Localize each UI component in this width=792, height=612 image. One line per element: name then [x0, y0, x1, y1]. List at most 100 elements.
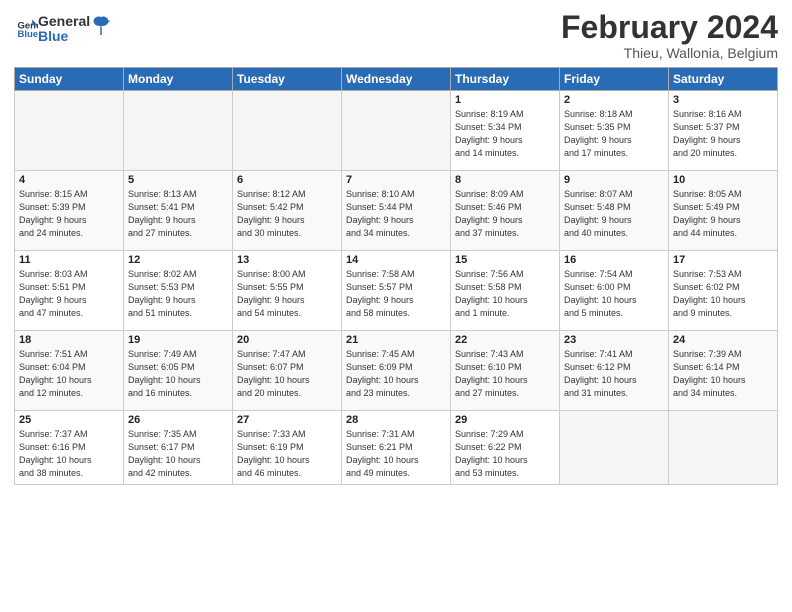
calendar-cell: 13 Sunrise: 8:00 AM Sunset: 5:55 PM Dayli… — [233, 251, 342, 331]
day-number: 21 — [346, 334, 446, 346]
day-info: Sunrise: 8:07 AM Sunset: 5:48 PM Dayligh… — [564, 188, 664, 240]
calendar-cell — [669, 411, 778, 485]
calendar-week-row: 11Sunrise: 8:03 AM Sunset: 5:51 PM Dayli… — [15, 251, 778, 331]
day-number: 22 — [455, 334, 555, 346]
calendar-week-row: 18 Sunrise: 7:51 AM Sunset: 6:04 PM Dayli… — [15, 331, 778, 411]
calendar-cell — [233, 91, 342, 171]
location-subtitle: Thieu, Wallonia, Belgium — [561, 45, 778, 61]
svg-text:Blue: Blue — [17, 29, 38, 40]
calendar-cell: 27 Sunrise: 7:33 AM Sunset: 6:19 PM Dayli… — [233, 411, 342, 485]
day-info: Sunrise: 7:29 AM Sunset: 6:22 PM Dayligh… — [455, 428, 555, 480]
logo-blue: Blue — [38, 29, 90, 44]
calendar-cell — [560, 411, 669, 485]
calendar-cell: 14 Sunrise: 7:58 AM Sunset: 5:57 PM Dayli… — [342, 251, 451, 331]
calendar-cell: 23 Sunrise: 7:41 AM Sunset: 6:12 PM Dayli… — [560, 331, 669, 411]
logo-bird-icon — [92, 15, 110, 37]
calendar-week-row: 1 Sunrise: 8:19 AM Sunset: 5:34 PM Daylig… — [15, 91, 778, 171]
calendar-cell: 16 Sunrise: 7:54 AM Sunset: 6:00 PM Dayli… — [560, 251, 669, 331]
calendar-cell — [15, 91, 124, 171]
calendar-cell: 19Sunrise: 7:49 AM Sunset: 6:05 PM Dayli… — [124, 331, 233, 411]
day-info: Sunrise: 8:15 AM Sunset: 5:39 PM Dayligh… — [19, 188, 119, 240]
col-header-friday: Friday — [560, 68, 669, 91]
day-number: 25 — [19, 414, 119, 426]
day-number: 2 — [564, 94, 664, 106]
day-info: Sunrise: 8:00 AM Sunset: 5:55 PM Dayligh… — [237, 268, 337, 320]
day-number: 14 — [346, 254, 446, 266]
calendar-week-row: 4 Sunrise: 8:15 AM Sunset: 5:39 PM Daylig… — [15, 171, 778, 251]
calendar-cell: 12 Sunrise: 8:02 AM Sunset: 5:53 PM Dayli… — [124, 251, 233, 331]
day-info: Sunrise: 7:49 AM Sunset: 6:05 PM Dayligh… — [128, 348, 228, 400]
day-number: 6 — [237, 174, 337, 186]
calendar-cell: 11Sunrise: 8:03 AM Sunset: 5:51 PM Dayli… — [15, 251, 124, 331]
title-block: February 2024 Thieu, Wallonia, Belgium — [561, 10, 778, 61]
calendar-cell: 28 Sunrise: 7:31 AM Sunset: 6:21 PM Dayli… — [342, 411, 451, 485]
day-info: Sunrise: 8:03 AM Sunset: 5:51 PM Dayligh… — [19, 268, 119, 320]
day-number: 24 — [673, 334, 773, 346]
calendar-cell: 10Sunrise: 8:05 AM Sunset: 5:49 PM Dayli… — [669, 171, 778, 251]
day-number: 18 — [19, 334, 119, 346]
calendar-cell: 7Sunrise: 8:10 AM Sunset: 5:44 PM Daylig… — [342, 171, 451, 251]
header: General Blue General Blue February 2024 … — [14, 10, 778, 61]
day-number: 12 — [128, 254, 228, 266]
day-number: 23 — [564, 334, 664, 346]
day-number: 3 — [673, 94, 773, 106]
col-header-thursday: Thursday — [451, 68, 560, 91]
calendar-cell: 29 Sunrise: 7:29 AM Sunset: 6:22 PM Dayli… — [451, 411, 560, 485]
day-info: Sunrise: 7:47 AM Sunset: 6:07 PM Dayligh… — [237, 348, 337, 400]
day-info: Sunrise: 7:37 AM Sunset: 6:16 PM Dayligh… — [19, 428, 119, 480]
day-info: Sunrise: 7:51 AM Sunset: 6:04 PM Dayligh… — [19, 348, 119, 400]
col-header-tuesday: Tuesday — [233, 68, 342, 91]
calendar-cell: 17 Sunrise: 7:53 AM Sunset: 6:02 PM Dayli… — [669, 251, 778, 331]
day-number: 5 — [128, 174, 228, 186]
calendar-cell: 25 Sunrise: 7:37 AM Sunset: 6:16 PM Dayli… — [15, 411, 124, 485]
day-number: 4 — [19, 174, 119, 186]
col-header-monday: Monday — [124, 68, 233, 91]
day-info: Sunrise: 7:41 AM Sunset: 6:12 PM Dayligh… — [564, 348, 664, 400]
day-number: 13 — [237, 254, 337, 266]
month-year-title: February 2024 — [561, 10, 778, 45]
col-header-wednesday: Wednesday — [342, 68, 451, 91]
day-number: 29 — [455, 414, 555, 426]
day-info: Sunrise: 8:19 AM Sunset: 5:34 PM Dayligh… — [455, 108, 555, 160]
calendar-cell: 4 Sunrise: 8:15 AM Sunset: 5:39 PM Daylig… — [15, 171, 124, 251]
day-info: Sunrise: 7:31 AM Sunset: 6:21 PM Dayligh… — [346, 428, 446, 480]
day-info: Sunrise: 7:39 AM Sunset: 6:14 PM Dayligh… — [673, 348, 773, 400]
calendar-cell: 3Sunrise: 8:16 AM Sunset: 5:37 PM Daylig… — [669, 91, 778, 171]
day-info: Sunrise: 7:53 AM Sunset: 6:02 PM Dayligh… — [673, 268, 773, 320]
calendar-table: SundayMondayTuesdayWednesdayThursdayFrid… — [14, 67, 778, 485]
col-header-sunday: Sunday — [15, 68, 124, 91]
day-number: 1 — [455, 94, 555, 106]
calendar-cell — [342, 91, 451, 171]
day-number: 8 — [455, 174, 555, 186]
day-info: Sunrise: 8:09 AM Sunset: 5:46 PM Dayligh… — [455, 188, 555, 240]
calendar-cell — [124, 91, 233, 171]
day-info: Sunrise: 7:56 AM Sunset: 5:58 PM Dayligh… — [455, 268, 555, 320]
logo-general: General — [38, 14, 90, 29]
day-number: 16 — [564, 254, 664, 266]
calendar-cell: 18 Sunrise: 7:51 AM Sunset: 6:04 PM Dayli… — [15, 331, 124, 411]
calendar-cell: 21 Sunrise: 7:45 AM Sunset: 6:09 PM Dayli… — [342, 331, 451, 411]
calendar-week-row: 25 Sunrise: 7:37 AM Sunset: 6:16 PM Dayli… — [15, 411, 778, 485]
day-info: Sunrise: 7:54 AM Sunset: 6:00 PM Dayligh… — [564, 268, 664, 320]
day-info: Sunrise: 7:33 AM Sunset: 6:19 PM Dayligh… — [237, 428, 337, 480]
day-info: Sunrise: 8:02 AM Sunset: 5:53 PM Dayligh… — [128, 268, 228, 320]
day-info: Sunrise: 8:05 AM Sunset: 5:49 PM Dayligh… — [673, 188, 773, 240]
day-number: 27 — [237, 414, 337, 426]
calendar-cell: 6Sunrise: 8:12 AM Sunset: 5:42 PM Daylig… — [233, 171, 342, 251]
page-container: General Blue General Blue February 2024 … — [0, 0, 792, 612]
calendar-header-row: SundayMondayTuesdayWednesdayThursdayFrid… — [15, 68, 778, 91]
day-number: 28 — [346, 414, 446, 426]
calendar-cell: 2Sunrise: 8:18 AM Sunset: 5:35 PM Daylig… — [560, 91, 669, 171]
day-info: Sunrise: 7:58 AM Sunset: 5:57 PM Dayligh… — [346, 268, 446, 320]
calendar-cell: 8 Sunrise: 8:09 AM Sunset: 5:46 PM Daylig… — [451, 171, 560, 251]
day-number: 17 — [673, 254, 773, 266]
calendar-cell: 20Sunrise: 7:47 AM Sunset: 6:07 PM Dayli… — [233, 331, 342, 411]
day-number: 9 — [564, 174, 664, 186]
day-info: Sunrise: 7:43 AM Sunset: 6:10 PM Dayligh… — [455, 348, 555, 400]
calendar-cell: 9 Sunrise: 8:07 AM Sunset: 5:48 PM Daylig… — [560, 171, 669, 251]
day-number: 7 — [346, 174, 446, 186]
calendar-cell: 5Sunrise: 8:13 AM Sunset: 5:41 PM Daylig… — [124, 171, 233, 251]
day-number: 15 — [455, 254, 555, 266]
day-info: Sunrise: 7:45 AM Sunset: 6:09 PM Dayligh… — [346, 348, 446, 400]
col-header-saturday: Saturday — [669, 68, 778, 91]
